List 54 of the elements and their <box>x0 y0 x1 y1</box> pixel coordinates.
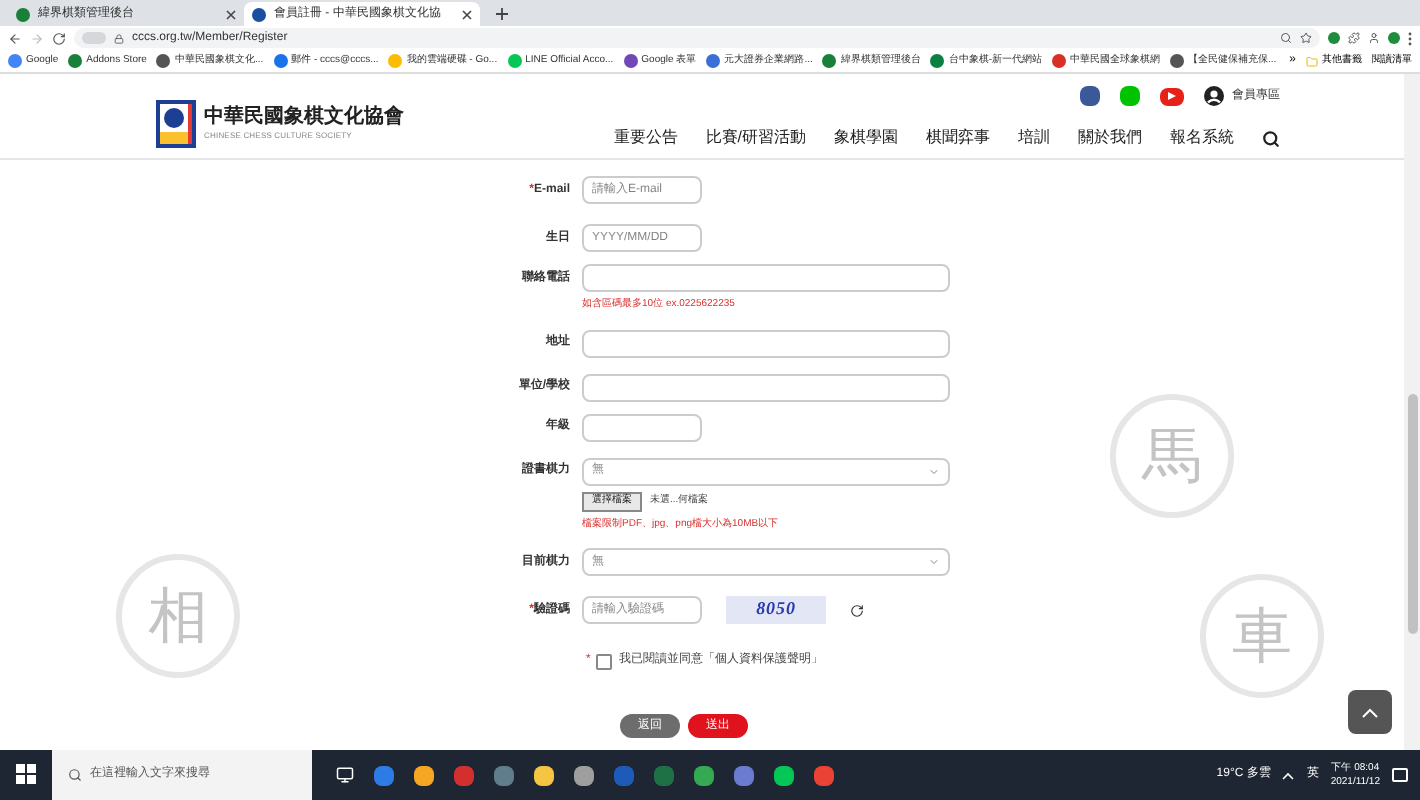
captcha-image: 8050 <box>726 596 826 624</box>
input-field[interactable] <box>582 329 950 357</box>
bookmark-favicon-icon <box>156 54 171 68</box>
chess-piece-watermark: 車 <box>1200 574 1324 698</box>
account-icon <box>1204 86 1224 106</box>
input-field[interactable] <box>582 413 702 441</box>
refresh-icon[interactable] <box>850 603 864 617</box>
nav-link[interactable]: 重要公告 <box>613 126 678 150</box>
zoom-icon[interactable] <box>1280 32 1292 44</box>
bookmark-favicon-icon <box>273 54 288 68</box>
close-icon[interactable] <box>226 9 236 19</box>
bookmark-favicon-icon <box>623 54 638 68</box>
input-field[interactable] <box>582 373 950 401</box>
site-chip-icon <box>82 32 106 44</box>
bookmark-favicon-icon <box>388 54 403 68</box>
scrollbar-thumb[interactable] <box>1407 394 1417 634</box>
chess-piece-watermark: 相 <box>116 554 240 678</box>
agreement-checkbox[interactable] <box>596 653 613 669</box>
site-name: 中華民國象棋文化協會 <box>204 105 404 131</box>
bookmark-favicon-icon <box>706 54 721 68</box>
notification-icon[interactable] <box>1392 768 1408 782</box>
bookmark-favicon-icon <box>68 54 83 68</box>
nav-link[interactable]: 報名系統 <box>1170 126 1234 150</box>
search-icon[interactable] <box>1262 129 1280 147</box>
bookmark-favicon-icon <box>8 54 22 68</box>
bookmark-favicon-icon <box>1052 54 1067 68</box>
star-icon[interactable] <box>1300 32 1312 44</box>
tab-favicon-icon <box>16 7 30 21</box>
chess-piece-watermark: 馬 <box>1110 394 1234 518</box>
task-view-icon[interactable] <box>336 766 354 784</box>
close-icon[interactable] <box>462 9 472 19</box>
scroll-top-button[interactable] <box>1348 690 1392 734</box>
profile-icon[interactable] <box>1368 32 1380 44</box>
back-icon[interactable] <box>8 31 22 45</box>
folder-icon <box>1306 55 1318 67</box>
nav-link[interactable]: 培訓 <box>1018 126 1050 150</box>
bookmark-favicon-icon <box>822 54 837 68</box>
nav-link[interactable]: 比賽/研習活動 <box>705 126 806 150</box>
new-tab-icon[interactable] <box>496 8 508 20</box>
nav-link[interactable]: 棋聞弈事 <box>926 126 990 150</box>
reload-icon[interactable] <box>52 31 66 45</box>
chevron-up-icon <box>1362 707 1378 717</box>
nav-link[interactable]: 關於我們 <box>1078 126 1142 150</box>
lock-icon <box>114 33 124 43</box>
nav-link[interactable]: 象棋學園 <box>834 126 898 150</box>
bookmark-favicon-icon <box>930 54 945 68</box>
input-field[interactable] <box>582 264 950 292</box>
tab-favicon-icon <box>252 7 266 21</box>
logo-icon <box>156 100 196 148</box>
play-icon[interactable] <box>1160 87 1184 105</box>
bookmark-favicon-icon <box>507 54 522 68</box>
search-icon <box>68 768 82 782</box>
extensions-icon[interactable] <box>1348 32 1360 44</box>
bookmark-favicon-icon <box>1170 54 1185 68</box>
